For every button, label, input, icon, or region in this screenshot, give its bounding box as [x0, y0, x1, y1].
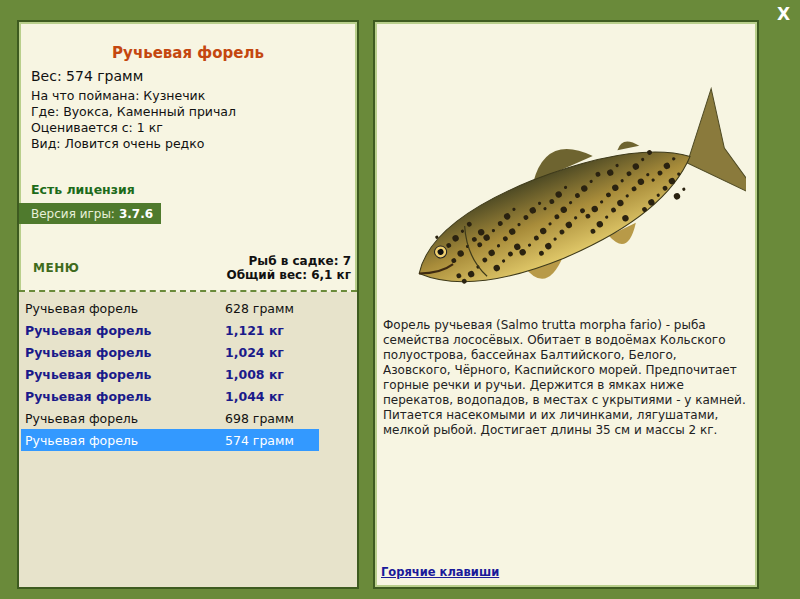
- fish-info-screen: Ручьевая форель Вес: 574 грамм На что пойм…: [0, 0, 800, 599]
- fish-title: Ручьевая форель: [19, 44, 357, 62]
- fish-description-panel: Форель ручьевая (Salmo trutta morpha far…: [373, 20, 759, 589]
- fish-info: Ручьевая форель Вес: 574 грамм На что пойм…: [19, 22, 357, 282]
- fish-picture: [375, 22, 757, 318]
- fish-weight: Вес: 574 грамм: [19, 68, 357, 84]
- trout-icon: [386, 48, 746, 298]
- fish-detail: На что поймана: Кузнечик: [19, 88, 357, 104]
- catch-list: Ручьевая форель628 граммРучьевая форель1…: [19, 292, 357, 587]
- license-status: Есть лицензия: [19, 182, 357, 197]
- catch-row[interactable]: Ручьевая форель628 грамм: [21, 297, 319, 319]
- fish-detail: Где: Вуокса, Каменный причал: [19, 104, 357, 120]
- menu-row: МЕНЮ Рыб в садке: 7Общий вес: 6,1 кг: [19, 254, 357, 282]
- fish-detail: Оценивается с: 1 кг: [19, 120, 357, 136]
- fish-details-panel: Ручьевая форель Вес: 574 грамм На что пойм…: [17, 20, 359, 589]
- catch-row[interactable]: Ручьевая форель1,024 кг: [21, 341, 319, 363]
- version-bar: Версия игры:3.7.6: [19, 203, 161, 224]
- hotkeys-link[interactable]: Горячие клавиши: [375, 565, 757, 587]
- close-button[interactable]: X: [777, 4, 790, 24]
- catch-row[interactable]: Ручьевая форель1,121 кг: [21, 319, 319, 341]
- catch-row[interactable]: Ручьевая форель698 грамм: [21, 407, 319, 429]
- catch-row[interactable]: Ручьевая форель1,008 кг: [21, 363, 319, 385]
- fish-detail: Вид: Ловится очень редко: [19, 136, 357, 152]
- catch-row[interactable]: Ручьевая форель1,044 кг: [21, 385, 319, 407]
- fish-description: Форель ручьевая (Salmo trutta morpha far…: [375, 318, 757, 438]
- keepnet-summary: Рыб в садке: 7Общий вес: 6,1 кг: [226, 254, 351, 282]
- menu-button[interactable]: МЕНЮ: [33, 261, 79, 275]
- catch-row[interactable]: Ручьевая форель574 грамм: [21, 429, 319, 451]
